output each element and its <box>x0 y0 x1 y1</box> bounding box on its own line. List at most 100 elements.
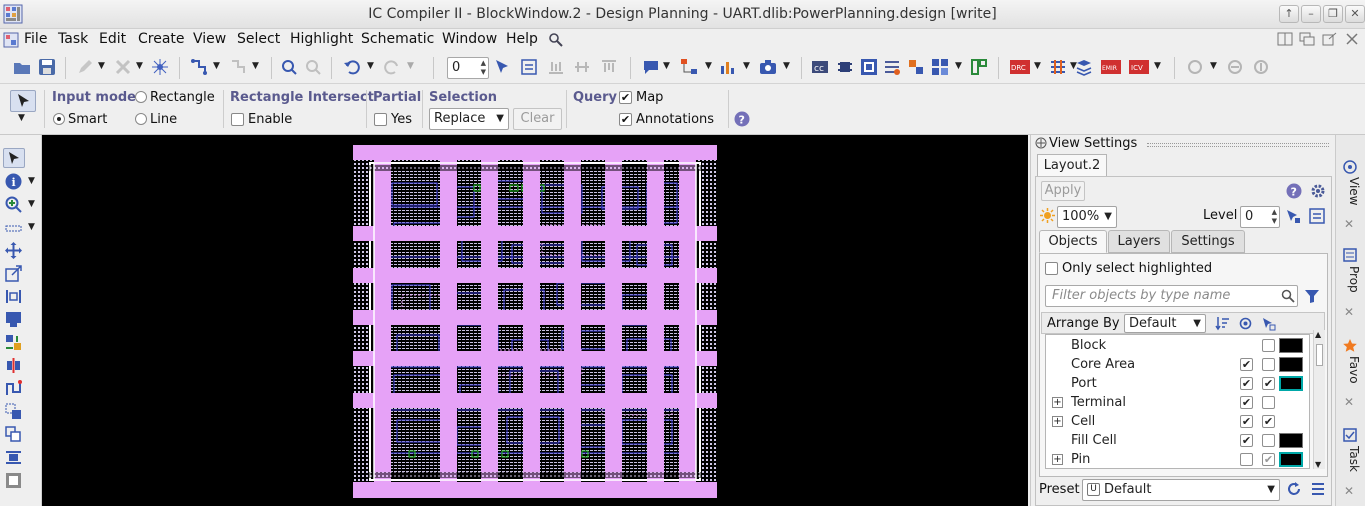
color-swatch[interactable] <box>1279 357 1303 372</box>
side-tab-view-close-icon[interactable]: ✕ <box>1344 217 1354 231</box>
ruler-icon[interactable] <box>5 220 22 237</box>
smart-radio[interactable] <box>53 113 65 125</box>
align-bottom-icon[interactable] <box>547 58 565 76</box>
scroll-down-icon[interactable]: ▼ <box>1315 460 1321 469</box>
tool1-icon[interactable] <box>1186 58 1204 76</box>
delete-icon[interactable] <box>114 58 132 76</box>
line-radio[interactable] <box>135 113 147 125</box>
selectable-checkbox[interactable]: ✔ <box>1262 377 1275 390</box>
color-swatch[interactable] <box>1279 376 1303 391</box>
grid-icon[interactable] <box>970 58 988 76</box>
tree-row-core-area[interactable]: Core Area ✔ <box>1046 355 1309 374</box>
brightness-select[interactable]: 100% ▼ <box>1057 206 1117 228</box>
only-highlighted-checkbox[interactable] <box>1045 262 1058 275</box>
message-icon[interactable] <box>642 58 660 76</box>
visible-checkbox[interactable]: ✔ <box>1240 377 1253 390</box>
arrange-select[interactable]: Default ▼ <box>1124 314 1206 333</box>
menu-help[interactable]: Help <box>506 31 538 47</box>
tab-objects[interactable]: Objects <box>1039 230 1107 253</box>
tile-icon[interactable] <box>1277 32 1293 46</box>
menu-icon[interactable] <box>1310 481 1326 497</box>
align-top-icon[interactable] <box>600 58 618 76</box>
selectable-checkbox[interactable] <box>1262 339 1275 352</box>
route-edit-icon[interactable] <box>5 380 22 397</box>
move-icon[interactable] <box>5 242 22 259</box>
partial-yes-checkbox[interactable] <box>374 113 387 126</box>
info-dropdown[interactable]: ▼ <box>28 176 35 186</box>
menu-file[interactable]: File <box>24 31 47 47</box>
level-spinbox[interactable]: 0 ▲ ▼ <box>1240 206 1280 228</box>
refresh-icon[interactable] <box>1286 481 1302 497</box>
side-tab-favo[interactable]: Favo <box>1339 356 1361 384</box>
align-icon[interactable] <box>5 357 22 374</box>
selectable-checkbox[interactable]: ✔ <box>1262 453 1275 466</box>
panel-float-icon[interactable] <box>1035 137 1047 149</box>
tab-settings[interactable]: Settings <box>1171 230 1245 253</box>
menu-select[interactable]: Select <box>237 31 280 47</box>
rectangle-radio[interactable] <box>135 91 147 103</box>
row-icon[interactable] <box>5 449 22 466</box>
undo-icon[interactable] <box>343 58 361 76</box>
placement-icon[interactable] <box>931 58 949 76</box>
route-disabled-icon[interactable] <box>229 58 247 76</box>
filter-input[interactable]: Filter objects by type name <box>1045 285 1298 307</box>
camera-icon[interactable] <box>759 58 777 76</box>
visible-checkbox[interactable]: ✔ <box>1240 415 1253 428</box>
tree-row-port[interactable]: Port ✔ ✔ <box>1046 374 1309 393</box>
cascade-icon[interactable] <box>1299 32 1315 46</box>
selectable-checkbox[interactable] <box>1262 434 1275 447</box>
window-restore-button[interactable]: ❐ <box>1323 5 1343 23</box>
select-tool-button[interactable] <box>10 90 36 112</box>
left-select-button[interactable] <box>3 148 25 168</box>
side-tab-prop-close-icon[interactable]: ✕ <box>1344 305 1354 319</box>
pg-icon[interactable] <box>1049 58 1067 76</box>
menu-view[interactable]: View <box>193 31 226 47</box>
bus-icon[interactable] <box>883 58 901 76</box>
ruler-dropdown[interactable]: ▼ <box>28 222 35 232</box>
panel-grip[interactable] <box>1147 143 1329 147</box>
layout-canvas[interactable] <box>42 135 1028 506</box>
side-tab-view[interactable]: View <box>1339 177 1361 205</box>
select-layer-icon[interactable] <box>494 58 512 76</box>
selection-mode-select[interactable]: Replace ▼ <box>429 108 509 130</box>
floorplan-icon[interactable] <box>860 58 878 76</box>
layer-spinbox[interactable]: 0 ▲ ▼ <box>447 57 489 79</box>
level-panel-icon[interactable] <box>1309 208 1325 224</box>
selectable-checkbox[interactable] <box>1262 358 1275 371</box>
zoom-fit-icon[interactable] <box>280 58 298 76</box>
layer-icon[interactable] <box>5 472 22 489</box>
close-doc-icon[interactable] <box>1345 32 1359 46</box>
brightness-icon[interactable] <box>1040 208 1055 223</box>
cell-library-icon[interactable] <box>5 334 22 351</box>
menu-search-icon[interactable] <box>548 32 563 47</box>
chip-icon[interactable] <box>836 58 854 76</box>
search-icon[interactable] <box>1281 289 1295 303</box>
preset-select[interactable]: U Default ▼ <box>1082 479 1280 501</box>
layout-drawing[interactable] <box>42 135 1028 506</box>
redo-icon[interactable] <box>383 58 401 76</box>
help-icon[interactable]: ? <box>1286 183 1302 199</box>
selectable-checkbox[interactable] <box>1262 396 1275 409</box>
menu-create[interactable]: Create <box>138 31 185 47</box>
resize-icon[interactable] <box>5 265 22 282</box>
side-tab-prop[interactable]: Prop <box>1339 266 1361 293</box>
route-icon[interactable] <box>190 58 208 76</box>
level-select-icon[interactable] <box>1285 208 1301 224</box>
drc-icon[interactable]: DRC <box>1010 58 1030 76</box>
zoom-icon[interactable] <box>5 196 22 213</box>
expand-icon[interactable]: + <box>1052 454 1063 465</box>
bar-chart-icon[interactable] <box>719 58 737 76</box>
layer-panel-icon[interactable] <box>520 58 538 76</box>
visibility-column-icon[interactable] <box>1238 316 1253 331</box>
expand-icon[interactable]: + <box>1052 416 1063 427</box>
scroll-up-icon[interactable]: ▲ <box>1315 330 1321 339</box>
map-checkbox[interactable]: ✔ <box>619 91 632 104</box>
expand-icon[interactable]: + <box>1052 397 1063 408</box>
pen-icon[interactable] <box>76 58 94 76</box>
layout-tab[interactable]: Layout.2 <box>1037 154 1107 176</box>
help-icon[interactable]: ? <box>734 111 750 127</box>
color-swatch[interactable] <box>1279 338 1303 353</box>
menu-edit[interactable]: Edit <box>99 31 126 47</box>
color-swatch[interactable] <box>1279 452 1303 467</box>
open-folder-icon[interactable] <box>13 58 31 76</box>
